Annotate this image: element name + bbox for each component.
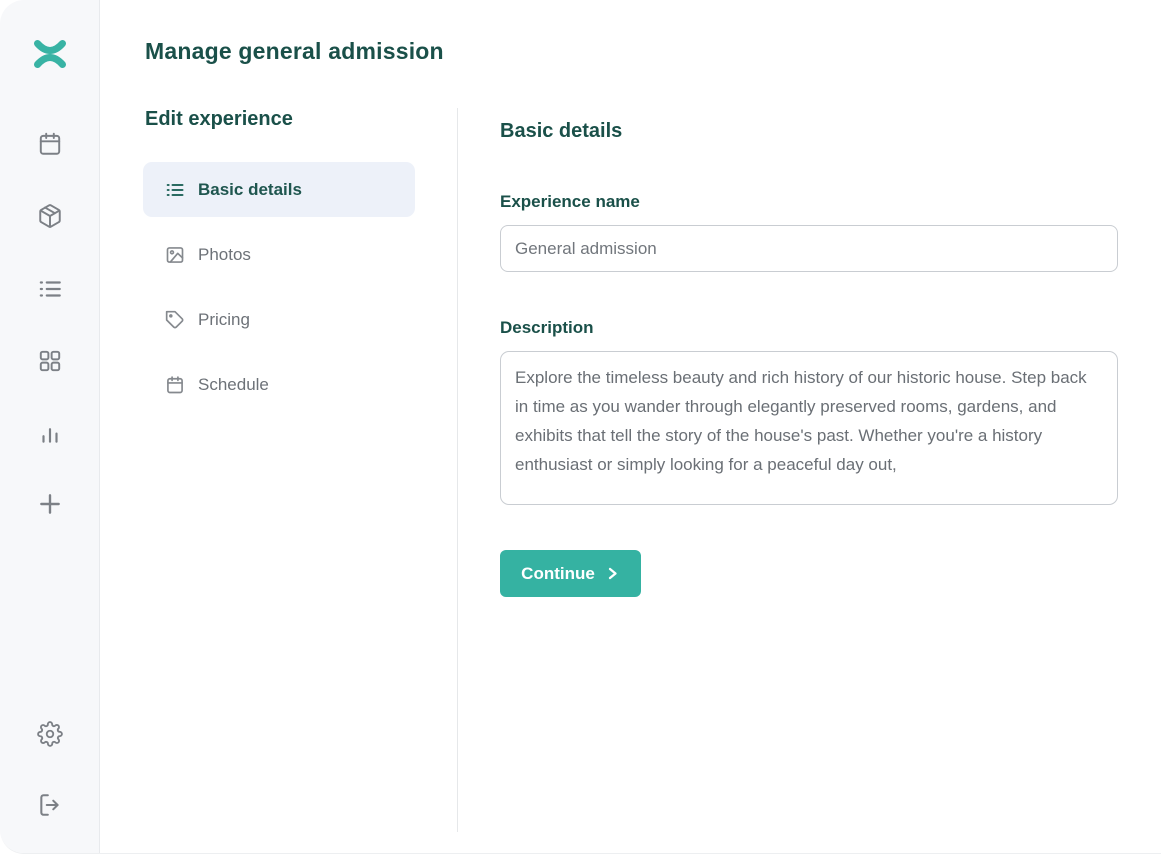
vertical-divider	[457, 108, 458, 832]
sidebar-calendar-button[interactable]	[36, 130, 64, 158]
calendar-icon	[165, 375, 185, 395]
log-out-icon	[37, 792, 63, 818]
description-textarea[interactable]: Explore the timeless beauty and rich his…	[500, 351, 1118, 505]
package-icon	[37, 203, 63, 229]
list-icon	[37, 276, 63, 302]
bar-chart-icon	[37, 420, 63, 446]
nav-item-photos[interactable]: Photos	[143, 227, 415, 282]
sidebar-reports-button[interactable]	[36, 419, 64, 447]
grid-icon	[37, 348, 63, 374]
nav-item-schedule[interactable]: Schedule	[143, 357, 415, 412]
gear-icon	[37, 721, 63, 747]
continue-button-label: Continue	[521, 564, 595, 584]
list-icon	[165, 180, 185, 200]
nav-item-label: Photos	[198, 245, 251, 265]
sidebar-add-button[interactable]	[36, 490, 64, 518]
experience-name-input[interactable]	[500, 225, 1118, 272]
tag-icon	[165, 310, 185, 330]
plus-icon	[37, 491, 63, 517]
image-icon	[165, 245, 185, 265]
sidebar-apps-button[interactable]	[36, 347, 64, 375]
chevron-right-icon	[605, 566, 620, 581]
sidebar-list-button[interactable]	[36, 275, 64, 303]
edit-experience-heading: Edit experience	[145, 108, 293, 131]
description-label: Description	[500, 318, 594, 338]
nav-item-pricing[interactable]: Pricing	[143, 292, 415, 347]
experience-name-label: Experience name	[500, 192, 640, 212]
form-title: Basic details	[500, 120, 622, 143]
main-content: Manage general admission Edit experience…	[101, 0, 1161, 853]
sidebar-logout-button[interactable]	[36, 791, 64, 819]
sidebar-products-button[interactable]	[36, 202, 64, 230]
nav-item-label: Pricing	[198, 310, 250, 330]
sidebar	[0, 0, 100, 853]
page-title: Manage general admission	[145, 38, 444, 65]
edit-experience-nav: Basic details Photos Pricing	[143, 162, 415, 422]
calendar-icon	[37, 131, 63, 157]
basic-details-form: Basic details Experience name Descriptio…	[500, 0, 1118, 853]
nav-item-basic-details[interactable]: Basic details	[143, 162, 415, 217]
brand-logo[interactable]	[33, 37, 67, 71]
nav-item-label: Basic details	[198, 180, 302, 200]
continue-button[interactable]: Continue	[500, 550, 641, 597]
sidebar-settings-button[interactable]	[36, 720, 64, 748]
nav-item-label: Schedule	[198, 375, 269, 395]
app-window: Manage general admission Edit experience…	[0, 0, 1161, 854]
